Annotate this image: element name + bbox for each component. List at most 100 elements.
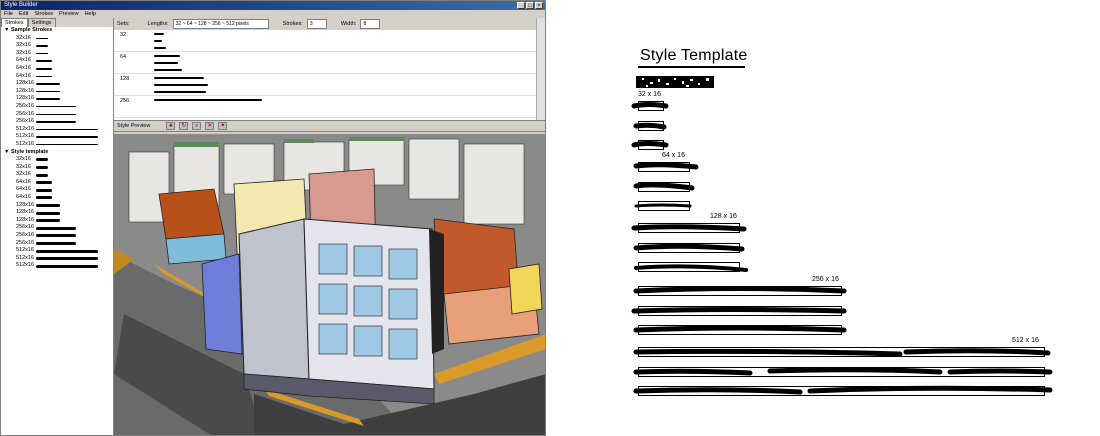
tree-group-template[interactable]: ▼ Style template: [4, 149, 113, 157]
template-label-128: 128 x 16: [710, 213, 737, 220]
tree-sample-item[interactable]: 32x16: [4, 35, 113, 43]
tree-template-stroke-preview: [36, 188, 52, 192]
tree-template-item[interactable]: 256x16: [4, 232, 113, 240]
zoom-extents-icon[interactable]: ✕: [205, 122, 215, 130]
template-box-512: [638, 347, 1045, 357]
menu-help[interactable]: Help: [85, 10, 96, 18]
maximize-icon[interactable]: □: [526, 2, 534, 9]
tree-sample-item[interactable]: 32x16: [4, 42, 113, 50]
tree-sample-item-label: 256x16: [16, 102, 35, 109]
tree-sample-item[interactable]: 32x16: [4, 50, 113, 58]
tree-template-item[interactable]: 32x16: [4, 156, 113, 164]
lengths-select[interactable]: 32 ~ 64 ~ 128 ~ 256 ~ 512 pixels: [172, 19, 269, 29]
tree-sample-item[interactable]: 64x16: [4, 73, 113, 81]
tree-sample-item[interactable]: 256x16: [4, 118, 113, 126]
tree-sample-stroke-preview: [36, 60, 52, 62]
set-stroke-line: [118, 110, 545, 117]
tree-sample-item[interactable]: 64x16: [4, 65, 113, 73]
style-template: Style Template 32 x 16 64 x 16 128 x 16 …: [600, 0, 1080, 436]
sets-panel: Sets: Lengths: 32 ~ 64 ~ 128 ~ 256 ~ 512…: [114, 18, 545, 121]
settings-icon[interactable]: ✦: [218, 122, 228, 130]
tree-sample-stroke-preview: [36, 105, 76, 108]
tree-sample-stroke-preview: [36, 143, 98, 146]
tree-template-item[interactable]: 64x16: [4, 194, 113, 202]
menu-preview[interactable]: Preview: [59, 10, 79, 18]
template-box-64: [638, 162, 690, 172]
window-title: Style Builder: [4, 2, 38, 8]
set-stroke-line: [118, 74, 545, 81]
set-block[interactable]: 64: [114, 52, 545, 74]
tree-sample-stroke-preview: [36, 90, 60, 93]
tree-template-item[interactable]: 512x16: [4, 247, 113, 255]
tree-template-item[interactable]: 128x16: [4, 209, 113, 217]
tree-template-item[interactable]: 256x16: [4, 224, 113, 232]
menu-file[interactable]: File: [4, 10, 13, 18]
tree-template-item[interactable]: 64x16: [4, 186, 113, 194]
template-box-32: [638, 140, 664, 150]
tree-sample-item[interactable]: 128x16: [4, 95, 113, 103]
tree-template-item[interactable]: 32x16: [4, 171, 113, 179]
set-block[interactable]: 32: [114, 30, 545, 52]
set-block[interactable]: 256: [114, 96, 545, 118]
tree-template-stroke-preview: [36, 264, 98, 268]
width-label: Width:: [340, 21, 357, 27]
menu-edit[interactable]: Edit: [19, 10, 28, 18]
tree-sample-stroke-preview: [36, 113, 76, 116]
template-label-32: 32 x 16: [638, 91, 661, 98]
style-preview-scene[interactable]: [114, 134, 545, 435]
set-stroke-preview: [154, 91, 206, 93]
tree-template-item-label: 64x16: [16, 178, 31, 185]
menu-strokes[interactable]: Strokes: [34, 10, 53, 18]
stroke-tree-panel: Strokes Settings ▼ Sample Strokes 32x16 3…: [1, 18, 114, 435]
tree-template-stroke-preview: [36, 211, 60, 215]
menu-bar: File Edit Strokes Preview Help: [1, 10, 545, 18]
template-label-512: 512 x 16: [1012, 337, 1039, 344]
tree-template-item[interactable]: 128x16: [4, 217, 113, 225]
tree-template-item[interactable]: 256x16: [4, 240, 113, 248]
tree-sample-stroke-preview: [36, 52, 48, 55]
tree-sample-item[interactable]: 512x16: [4, 133, 113, 141]
tree-group-sample-label: Sample Strokes: [10, 27, 53, 33]
tree-sample-item-label: 512x16: [16, 133, 35, 140]
template-box-32: [638, 121, 664, 131]
tree-template-item-label: 128x16: [16, 201, 35, 208]
tab-strokes[interactable]: Strokes: [1, 18, 28, 27]
minimize-icon[interactable]: _: [517, 2, 525, 9]
set-stroke-preview: [154, 99, 262, 101]
tree-sample-item-label: 64x16: [16, 57, 31, 64]
template-box-256: [638, 306, 842, 316]
set-stroke-line: [118, 96, 545, 103]
tree-template-stroke-preview: [36, 234, 76, 238]
set-block[interactable]: 128: [114, 74, 545, 96]
tree-sample-item[interactable]: 256x16: [4, 103, 113, 111]
tree-sample-item[interactable]: 128x16: [4, 80, 113, 88]
tree-template-item[interactable]: 64x16: [4, 179, 113, 187]
preview-label: Style Preview: [117, 123, 151, 129]
stop-icon[interactable]: ●: [166, 122, 176, 130]
tree-sample-item[interactable]: 512x16: [4, 126, 113, 134]
sets-scrollbar[interactable]: [536, 18, 545, 120]
tree-sample-item[interactable]: 512x16: [4, 141, 113, 149]
tree-template-item[interactable]: 32x16: [4, 164, 113, 172]
width-select[interactable]: 8: [360, 19, 381, 29]
stroke-tree: ▼ Sample Strokes 32x16 32x16 32x16 64x16 64x…: [1, 27, 113, 270]
sets-toolbar: Sets: Lengths: 32 ~ 64 ~ 128 ~ 256 ~ 512…: [114, 18, 545, 30]
strokes-select[interactable]: 3: [306, 19, 327, 29]
tree-group-sample[interactable]: ▼ Sample Strokes: [4, 27, 113, 35]
tree-sample-item-label: 64x16: [16, 72, 31, 79]
template-title-underline: [638, 66, 745, 68]
zoom-icon[interactable]: ⌕: [192, 122, 202, 130]
close-icon[interactable]: ×: [535, 2, 543, 9]
tree-template-item-label: 128x16: [16, 209, 35, 216]
orbit-icon[interactable]: ↻: [179, 122, 189, 130]
tree-template-item[interactable]: 128x16: [4, 202, 113, 210]
tree-template-item[interactable]: 512x16: [4, 255, 113, 263]
tree-sample-item[interactable]: 128x16: [4, 88, 113, 96]
tree-template-stroke-preview: [36, 226, 76, 230]
template-box-32: [638, 101, 664, 111]
tree-sample-item[interactable]: 256x16: [4, 111, 113, 119]
tab-settings[interactable]: Settings: [27, 18, 56, 27]
tree-template-item[interactable]: 512x16: [4, 262, 113, 270]
tree-sample-item-label: 32x16: [16, 49, 31, 56]
tree-sample-item[interactable]: 64x16: [4, 57, 113, 65]
